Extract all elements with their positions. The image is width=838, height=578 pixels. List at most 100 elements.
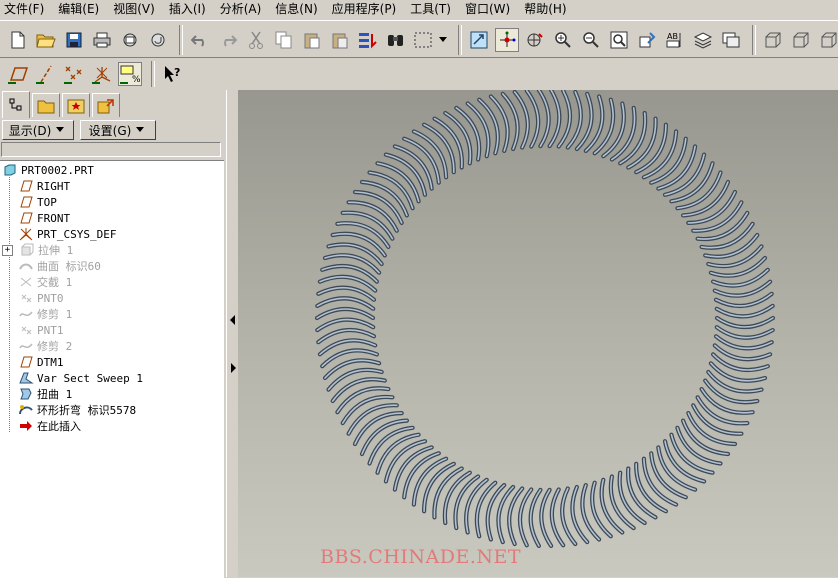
menu-window[interactable]: 窗口(W) <box>461 0 514 19</box>
cut-icon[interactable] <box>244 28 268 52</box>
tree-item-label: 修剪 2 <box>37 340 73 353</box>
menu-help[interactable]: 帮助(H) <box>520 0 570 19</box>
svg-text:%: % <box>132 75 141 84</box>
hidden-line-icon[interactable] <box>789 28 813 52</box>
tree-item-csys[interactable]: PRT_CSYS_DEF <box>18 226 116 242</box>
connections-tab[interactable] <box>92 93 120 117</box>
model-tree-icon[interactable]: AB <box>663 28 687 52</box>
toolbar-separator <box>151 61 155 87</box>
tree-item-right[interactable]: RIGHT <box>18 178 70 194</box>
new-icon[interactable] <box>6 28 30 52</box>
datum-axes-icon[interactable] <box>34 62 58 86</box>
repaint-icon[interactable] <box>635 28 659 52</box>
tree-item-pnt1[interactable]: PNT1 <box>18 322 64 338</box>
menu-view[interactable]: 视图(V) <box>109 0 159 19</box>
whats-this-icon[interactable]: ? <box>160 62 184 86</box>
tree-item-label: 拉伸 1 <box>38 244 74 257</box>
menu-tools[interactable]: 工具(T) <box>406 0 455 19</box>
tree-filter-bar[interactable] <box>1 142 221 157</box>
trim-icon <box>18 307 34 321</box>
undo-icon[interactable] <box>188 28 212 52</box>
tree-root-label: PRT0002.PRT <box>21 163 94 177</box>
spin-center-icon[interactable] <box>495 28 519 52</box>
tree-item-intersect[interactable]: 交截 1 <box>18 274 72 290</box>
collapse-left-icon <box>230 315 235 325</box>
select-box-icon[interactable] <box>412 28 436 52</box>
tree-item-extrude[interactable]: + 拉伸 1 <box>2 242 73 258</box>
main-toolbar: AB <box>0 20 838 58</box>
saved-views-icon[interactable] <box>523 28 547 52</box>
tree-item-front[interactable]: FRONT <box>18 210 70 226</box>
regenerate-icon[interactable] <box>356 28 380 52</box>
part-icon <box>2 163 18 177</box>
datum-plane-icon <box>18 195 34 209</box>
tree-item-insert-here[interactable]: 在此插入 <box>18 418 81 434</box>
datum-planes-icon[interactable] <box>6 62 30 86</box>
toolbar-separator <box>179 25 183 55</box>
toroidal-spring-model[interactable] <box>238 90 838 577</box>
menu-edit[interactable]: 编辑(E) <box>54 0 103 19</box>
datum-points-icon[interactable] <box>62 62 86 86</box>
send-mail-icon[interactable] <box>118 28 142 52</box>
named-views-icon[interactable] <box>719 28 743 52</box>
layers-icon[interactable] <box>691 28 715 52</box>
refit-icon[interactable] <box>607 28 631 52</box>
save-icon[interactable] <box>62 28 86 52</box>
find-icon[interactable] <box>384 28 408 52</box>
tree-item-label: 曲面 标识60 <box>37 260 101 273</box>
copy-icon[interactable] <box>272 28 296 52</box>
menu-info[interactable]: 信息(N) <box>271 0 321 19</box>
folder-browser-tab[interactable] <box>32 93 60 117</box>
menu-file[interactable]: 文件(F) <box>0 0 48 19</box>
tree-root[interactable]: PRT0002.PRT <box>2 162 94 178</box>
tree-item-pnt0[interactable]: PNT0 <box>18 290 64 306</box>
expand-icon[interactable]: + <box>2 244 13 256</box>
tree-item-top[interactable]: TOP <box>18 194 57 210</box>
annotation-display-icon[interactable]: % <box>118 62 142 86</box>
shaded-icon[interactable] <box>817 28 838 52</box>
open-icon[interactable] <box>34 28 58 52</box>
toolbar-separator <box>752 25 756 55</box>
datum-plane-icon <box>18 179 34 193</box>
show-dropdown[interactable]: 显示(D) <box>2 120 74 140</box>
graphics-window[interactable] <box>238 90 838 577</box>
favorites-tab[interactable] <box>62 93 90 117</box>
tree-item-trim1[interactable]: 修剪 1 <box>18 306 72 322</box>
paste-icon[interactable] <box>300 28 324 52</box>
menu-applications[interactable]: 应用程序(P) <box>328 0 401 19</box>
mail-attach-icon[interactable] <box>146 28 170 52</box>
tree-item-label: RIGHT <box>37 179 71 193</box>
svg-text:AB: AB <box>667 32 678 41</box>
paste-special-icon[interactable] <box>328 28 352 52</box>
zoom-in-icon[interactable] <box>551 28 575 52</box>
print-icon[interactable] <box>90 28 114 52</box>
menu-analysis[interactable]: 分析(A) <box>216 0 266 19</box>
tree-item-label: Var Sect Sweep 1 <box>37 371 143 385</box>
tree-item-toroidal-bend[interactable]: 环形折弯 标识5578 <box>18 402 136 418</box>
tree-item-label: PRT_CSYS_DEF <box>37 227 117 241</box>
navigator-panel: 显示(D) 设置(G) PRT0002.PRT RIGHT TOP FRONT <box>0 90 226 578</box>
settings-dropdown[interactable]: 设置(G) <box>80 120 156 140</box>
chevron-down-icon[interactable] <box>437 28 449 52</box>
wireframe-icon[interactable] <box>761 28 785 52</box>
tree-item-dtm1[interactable]: DTM1 <box>18 354 64 370</box>
tree-item-label: PNT0 <box>37 291 64 305</box>
datum-point-icon <box>18 323 34 337</box>
tree-item-trim2[interactable]: 修剪 2 <box>18 338 72 354</box>
coordinate-systems-icon[interactable] <box>90 62 114 86</box>
surface-icon <box>18 259 34 273</box>
menu-insert[interactable]: 插入(I) <box>165 0 210 19</box>
redo-icon[interactable] <box>216 28 240 52</box>
tree-item-label: 在此插入 <box>37 420 81 433</box>
orient-icon[interactable] <box>467 28 491 52</box>
csys-icon <box>18 227 34 241</box>
tree-item-warp[interactable]: 扭曲 1 <box>18 386 72 402</box>
zoom-out-icon[interactable] <box>579 28 603 52</box>
menu-bar: 文件(F) 编辑(E) 视图(V) 插入(I) 分析(A) 信息(N) 应用程序… <box>0 0 838 19</box>
settings-label: 设置(G) <box>88 123 132 138</box>
svg-text:?: ? <box>174 66 180 79</box>
model-tree-tab[interactable] <box>2 91 30 118</box>
trim-icon <box>18 339 34 353</box>
tree-item-var-sect-sweep[interactable]: Var Sect Sweep 1 <box>18 370 143 386</box>
tree-item-surface[interactable]: 曲面 标识60 <box>18 258 101 274</box>
